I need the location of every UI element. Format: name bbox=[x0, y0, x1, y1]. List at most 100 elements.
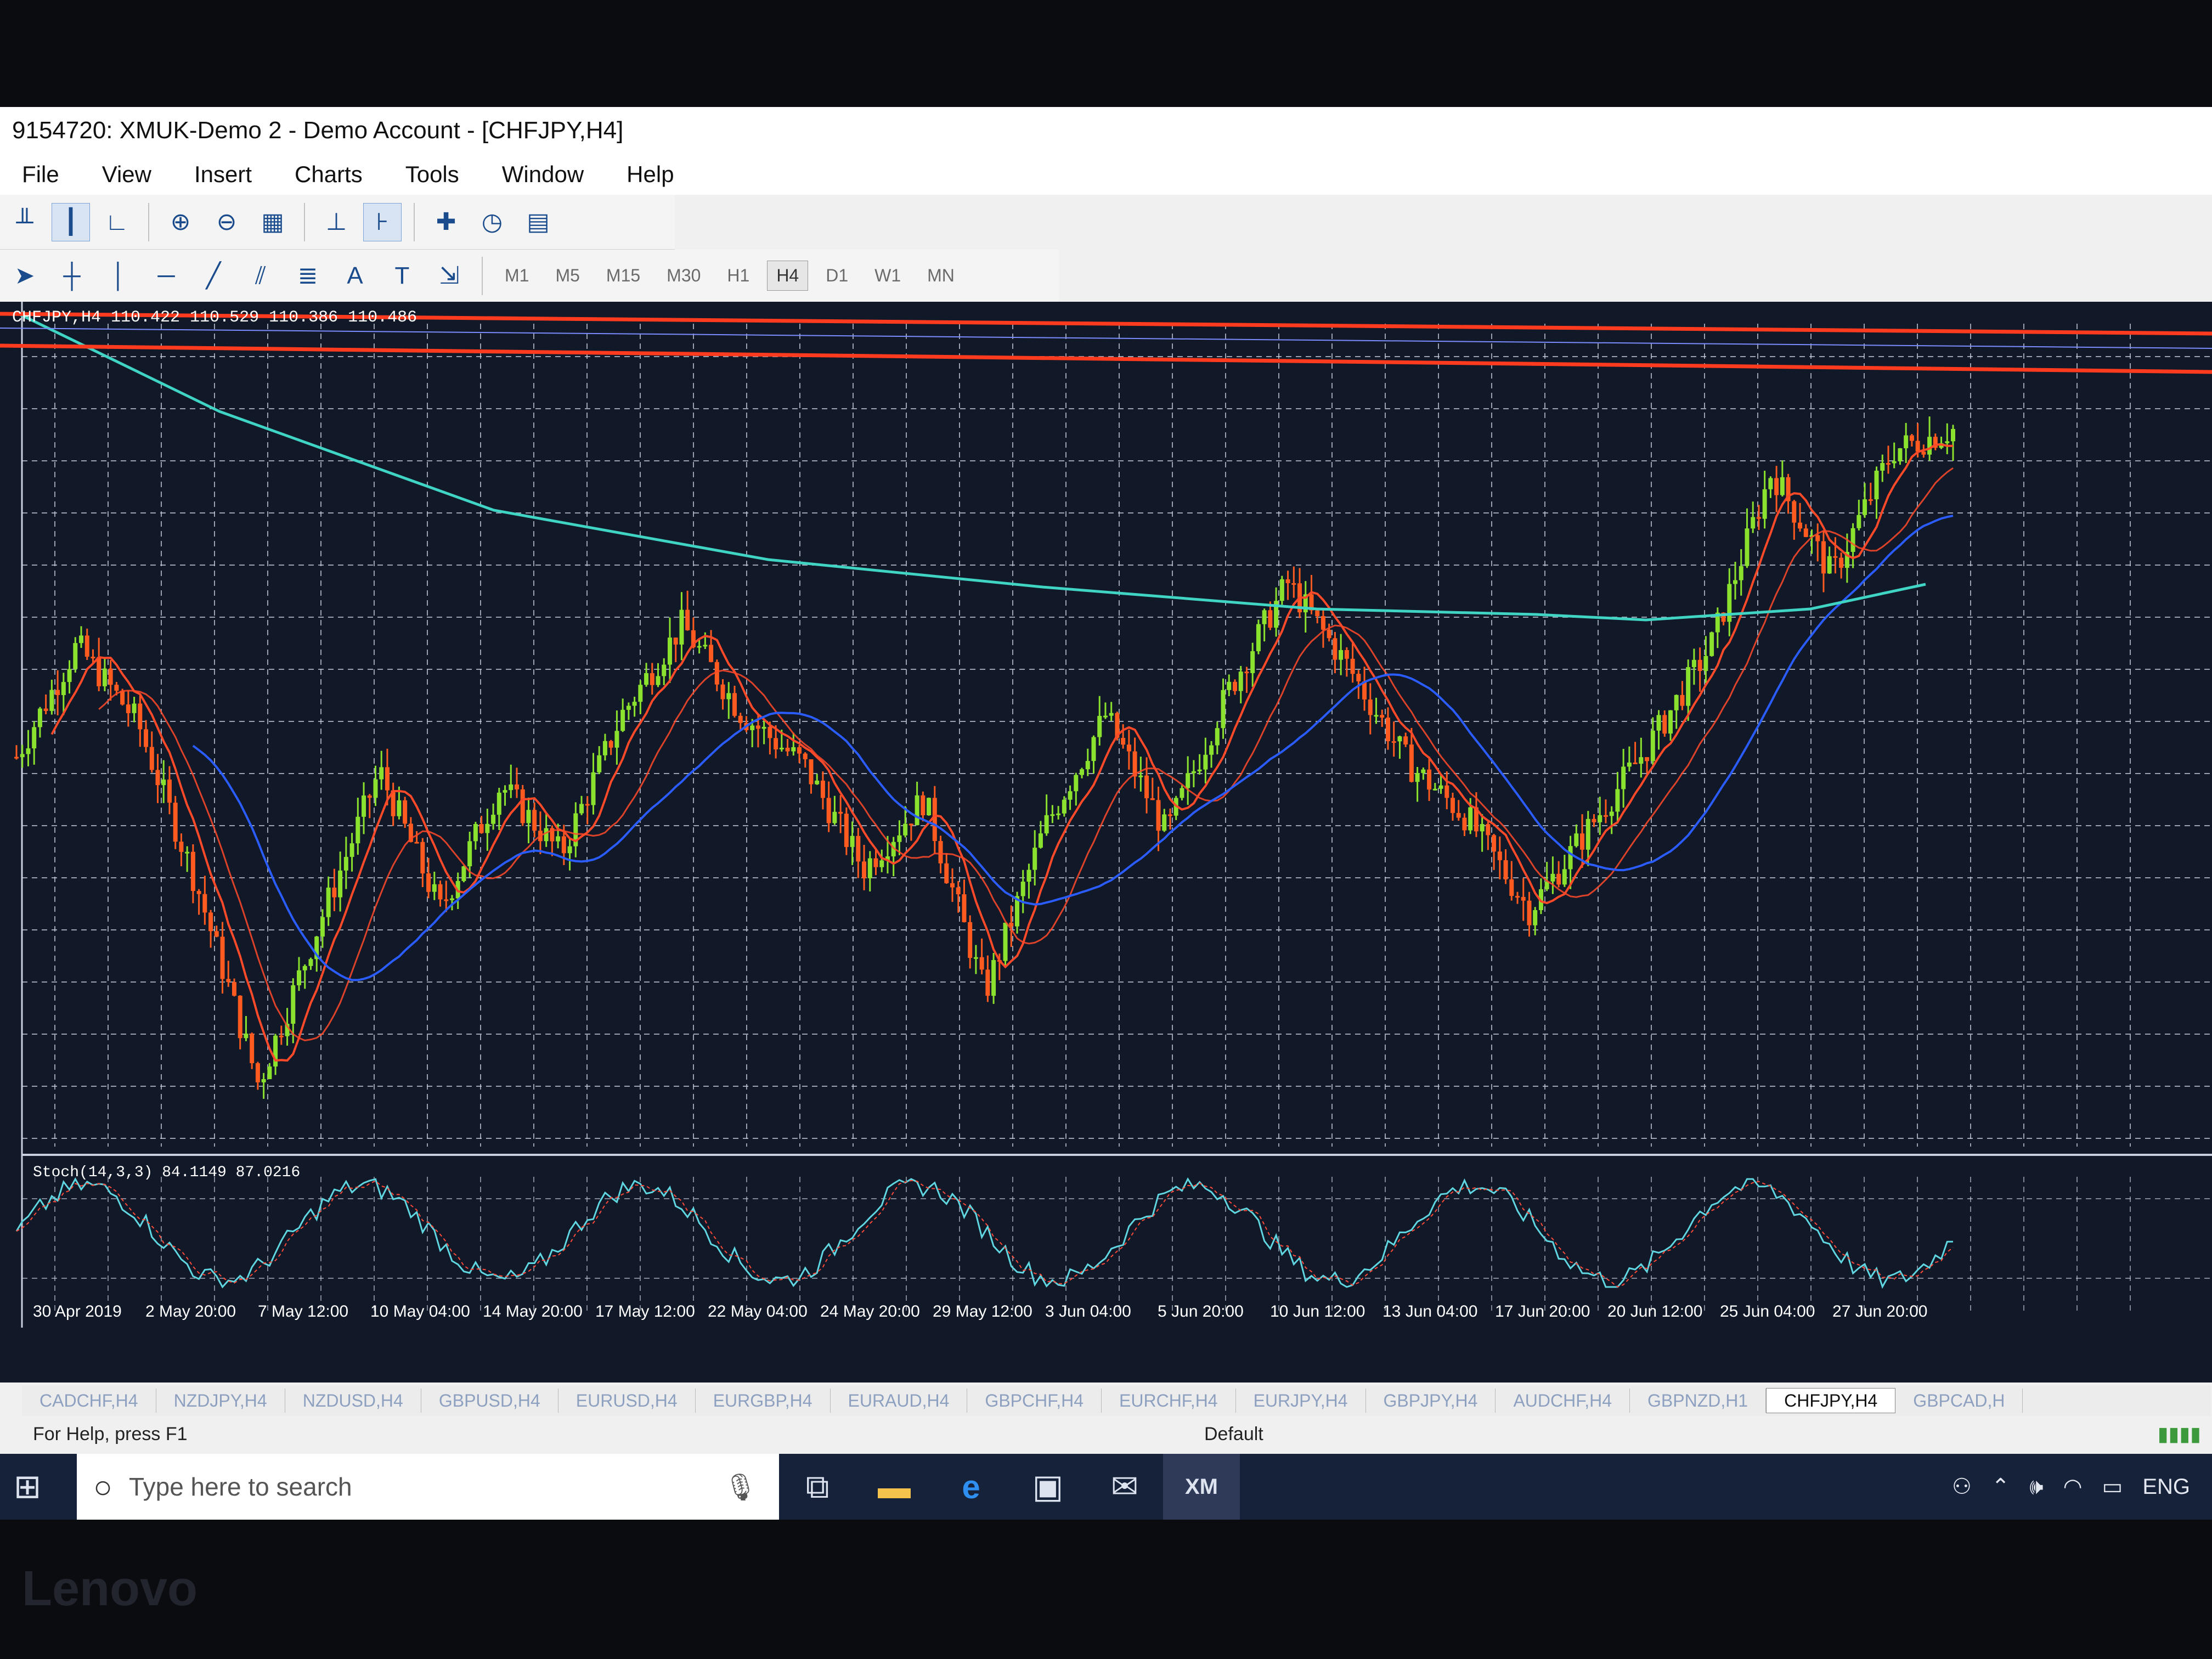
windows-start-icon[interactable]: ⊞ bbox=[0, 1454, 55, 1520]
stochastic-k-line bbox=[15, 1177, 1954, 1289]
tab-eurchf[interactable]: EURCHF,H4 bbox=[1102, 1389, 1236, 1413]
candle-body bbox=[1350, 658, 1355, 674]
cursor-icon[interactable]: ➤ bbox=[5, 257, 44, 295]
menu-window[interactable]: Window bbox=[502, 161, 584, 188]
battery-icon[interactable]: ▭ bbox=[2102, 1474, 2123, 1499]
horizontal-line-icon[interactable]: ─ bbox=[147, 257, 185, 295]
candle-body bbox=[138, 703, 143, 730]
tray-chevron-icon[interactable]: ⌃ bbox=[1991, 1474, 2010, 1499]
tab-euraud[interactable]: EURAUD,H4 bbox=[831, 1389, 968, 1413]
candle-body bbox=[244, 1034, 249, 1039]
menu-view[interactable]: View bbox=[102, 161, 151, 188]
timeframe-d1[interactable]: D1 bbox=[817, 261, 857, 290]
fibonacci-icon[interactable]: ≣ bbox=[289, 257, 327, 295]
timeframe-h4[interactable]: H4 bbox=[767, 261, 809, 291]
tab-gbpchf[interactable]: GBPCHF,H4 bbox=[967, 1389, 1102, 1413]
timeframe-w1[interactable]: W1 bbox=[866, 261, 910, 290]
tab-audchf[interactable]: AUDCHF,H4 bbox=[1496, 1389, 1630, 1413]
candle-body bbox=[1268, 610, 1273, 628]
file-explorer-icon[interactable]: ▬ bbox=[856, 1454, 933, 1520]
volume-icon[interactable]: 🕪 bbox=[2029, 1475, 2043, 1499]
tab-eurusd[interactable]: EURUSD,H4 bbox=[558, 1389, 696, 1413]
periods-clock-icon[interactable]: ◷ bbox=[473, 203, 511, 241]
candle-body bbox=[326, 887, 331, 917]
menu-tools[interactable]: Tools bbox=[405, 161, 459, 188]
candle-body bbox=[438, 884, 443, 900]
tab-chfjpy[interactable]: CHFJPY,H4 bbox=[1766, 1388, 1896, 1413]
tab-gbpnzd[interactable]: GBPNZD,H1 bbox=[1630, 1389, 1767, 1413]
timeframe-h1[interactable]: H1 bbox=[718, 261, 758, 290]
people-icon[interactable]: ⚇ bbox=[1952, 1474, 1972, 1499]
candle-body bbox=[1927, 437, 1932, 455]
candle-body bbox=[1574, 833, 1579, 847]
timeframe-m15[interactable]: M15 bbox=[597, 261, 649, 290]
candle-body bbox=[556, 836, 561, 842]
taskbar-search[interactable]: ○ Type here to search 🎙 bbox=[77, 1454, 779, 1520]
indicators-icon[interactable]: ✚ bbox=[427, 203, 465, 241]
menu-insert[interactable]: Insert bbox=[194, 161, 252, 188]
bar-chart-icon[interactable]: ╨ bbox=[5, 203, 44, 241]
tab-gbpjpy[interactable]: GBPJPY,H4 bbox=[1366, 1389, 1496, 1413]
candle-body bbox=[703, 645, 708, 647]
candle-body bbox=[1645, 757, 1650, 761]
store-icon[interactable]: ▣ bbox=[1009, 1454, 1086, 1520]
tab-gbpusd[interactable]: GBPUSD,H4 bbox=[421, 1389, 558, 1413]
tile-windows-icon[interactable]: ▦ bbox=[253, 203, 292, 241]
tab-cadchf[interactable]: CADCHF,H4 bbox=[22, 1389, 156, 1413]
candle-body bbox=[1380, 715, 1385, 718]
mail-icon[interactable]: ✉ bbox=[1086, 1454, 1163, 1520]
channel-icon[interactable]: ⫽ bbox=[241, 257, 280, 295]
timeframe-m1[interactable]: M1 bbox=[496, 261, 538, 290]
line-chart-icon[interactable]: ∟ bbox=[98, 203, 136, 241]
timeframe-m5[interactable]: M5 bbox=[546, 261, 588, 290]
microphone-icon[interactable]: 🎙 bbox=[724, 1471, 757, 1503]
tab-eurjpy[interactable]: EURJPY,H4 bbox=[1236, 1389, 1366, 1413]
candle-body bbox=[1403, 736, 1408, 745]
auto-scroll-icon[interactable]: ⊥ bbox=[317, 203, 356, 241]
timeframe-m30[interactable]: M30 bbox=[658, 261, 709, 290]
edge-browser-icon[interactable]: e bbox=[933, 1454, 1009, 1520]
text-label-icon[interactable]: T bbox=[383, 257, 421, 295]
tab-gbpcad[interactable]: GBPCAD,H bbox=[1895, 1389, 2023, 1413]
templates-icon[interactable]: ▤ bbox=[519, 203, 557, 241]
arrows-icon[interactable]: ⇲ bbox=[430, 257, 469, 295]
candle-body bbox=[1291, 583, 1296, 585]
candle-body bbox=[1709, 632, 1714, 656]
stochastic-label: Stoch(14,3,3) 84.1149 87.0216 bbox=[33, 1164, 301, 1181]
chart-shift-icon[interactable]: ⊦ bbox=[363, 202, 402, 241]
candle-body bbox=[1032, 848, 1037, 870]
tab-eurgbp[interactable]: EURGBP,H4 bbox=[696, 1389, 831, 1413]
candle-body bbox=[768, 726, 772, 738]
candle-body bbox=[832, 811, 837, 823]
candle-body bbox=[879, 860, 884, 867]
zoom-in-icon[interactable]: ⊕ bbox=[161, 203, 200, 241]
text-icon[interactable]: A bbox=[336, 257, 374, 295]
candle-body bbox=[1650, 730, 1655, 761]
candle-body bbox=[155, 770, 160, 786]
candle-body bbox=[679, 610, 684, 645]
tab-nzdjpy[interactable]: NZDJPY,H4 bbox=[156, 1389, 285, 1413]
candle-body bbox=[356, 816, 360, 844]
trendline-icon[interactable]: ╱ bbox=[194, 257, 233, 295]
candle-body bbox=[461, 866, 466, 881]
bezel-logo: Lenovo bbox=[22, 1561, 198, 1616]
candle-body bbox=[544, 828, 549, 842]
menu-help[interactable]: Help bbox=[627, 161, 674, 188]
candlestick-chart-icon[interactable]: ┃ bbox=[52, 202, 90, 241]
menu-file[interactable]: File bbox=[22, 161, 59, 188]
wifi-icon[interactable]: ◠ bbox=[2063, 1474, 2083, 1499]
language-indicator[interactable]: ENG bbox=[2142, 1475, 2190, 1499]
price-chart[interactable]: 30 Apr 2019 2 May 20:00 7 May 12:00 10 May … bbox=[0, 302, 2212, 1383]
candle-body bbox=[161, 779, 166, 786]
timeframe-mn[interactable]: MN bbox=[918, 261, 963, 290]
tab-nzdusd[interactable]: NZDUSD,H4 bbox=[285, 1389, 421, 1413]
crosshair-icon[interactable]: ┼ bbox=[53, 257, 91, 295]
candle-body bbox=[597, 755, 602, 772]
xm-app-icon[interactable]: XM bbox=[1163, 1454, 1240, 1520]
chart-window[interactable]: 30 Apr 2019 2 May 20:00 7 May 12:00 10 May … bbox=[0, 302, 2212, 1383]
task-view-icon[interactable]: ⧉ bbox=[779, 1454, 856, 1520]
zoom-out-icon[interactable]: ⊖ bbox=[207, 203, 246, 241]
menu-charts[interactable]: Charts bbox=[295, 161, 363, 188]
vertical-line-icon[interactable]: │ bbox=[100, 257, 138, 295]
candle-body bbox=[656, 676, 661, 685]
